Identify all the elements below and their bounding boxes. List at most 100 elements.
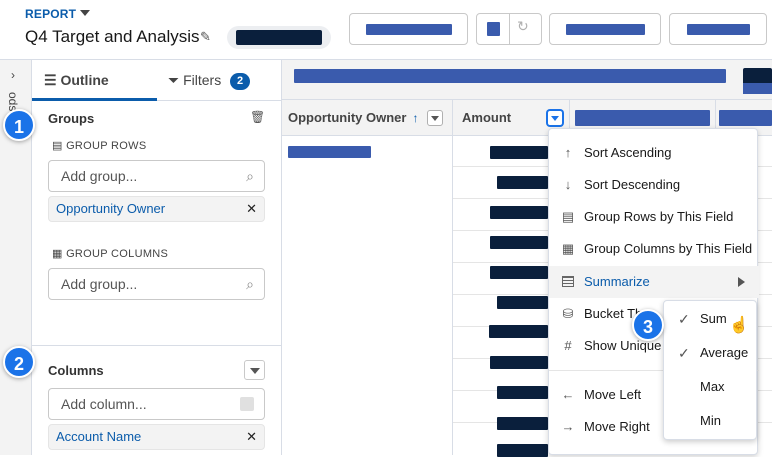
groups-title: Groups: [48, 111, 95, 126]
columns-menu-chevron-down-icon[interactable]: [244, 360, 265, 380]
group-columns-icon: ▦: [561, 241, 575, 256]
chevron-right-icon[interactable]: ›: [11, 68, 15, 82]
submenu-item-label: Sum: [700, 311, 727, 326]
tab-filters[interactable]: ⏷ Filters 2: [168, 60, 278, 101]
sort-ascending-icon: ↑: [412, 111, 419, 125]
redacted-label: [566, 24, 645, 35]
columns-title: Columns: [48, 363, 104, 378]
section-divider: [32, 345, 282, 346]
column-pill-label: Account Name: [56, 429, 142, 444]
redacted-amount: [497, 386, 548, 399]
step-badge-3: 3: [632, 309, 664, 341]
add-group-rows-placeholder: Add group...: [61, 168, 138, 184]
header-undo-redo-group: [476, 13, 542, 45]
redacted-amount: [497, 296, 548, 309]
group-rows-label: GROUP ROWS: [66, 140, 147, 152]
add-column-input[interactable]: Add column...: [48, 388, 265, 420]
edit-pencil-icon[interactable]: ✎: [200, 29, 211, 45]
arrow-right-icon: →: [561, 419, 575, 434]
redo-icon[interactable]: ↻: [517, 18, 529, 35]
add-column-placeholder: Add column...: [61, 396, 147, 412]
tab-outline[interactable]: ☰ Outline: [32, 60, 157, 101]
bucket-icon: ⛁: [562, 306, 574, 321]
menu-item-sort-descending[interactable]: ↓ Sort Descending: [549, 169, 759, 201]
add-group-columns-input[interactable]: Add group... ⌕: [48, 268, 265, 300]
redacted-label: [687, 24, 750, 35]
redacted-amount: [497, 444, 548, 457]
submenu-item-average[interactable]: ✓ Average: [664, 336, 758, 370]
redacted-column-header: [719, 110, 772, 126]
group-row-pill-label: Opportunity Owner: [56, 201, 166, 216]
column-pill[interactable]: Account Name ✕: [48, 424, 265, 450]
button-divider: [509, 14, 510, 44]
redacted-amount: [497, 417, 548, 430]
search-icon: ⌕: [246, 168, 254, 184]
report-title: Q4 Target and Analysis: [25, 27, 200, 46]
columns-grid-icon: ▦: [52, 248, 63, 260]
checkmark-icon: ✓: [678, 311, 690, 327]
menu-item-label: Move Left: [584, 387, 642, 402]
trash-icon[interactable]: 🗑: [250, 110, 265, 124]
remove-icon[interactable]: ✕: [246, 425, 257, 449]
redacted-amount: [489, 325, 548, 338]
redacted-text: [743, 83, 772, 94]
step-badge-2: 2: [3, 346, 35, 378]
add-group-columns-placeholder: Add group...: [61, 276, 138, 292]
hand-cursor-icon: ☝: [729, 317, 749, 334]
menu-item-sort-ascending[interactable]: ↑ Sort Ascending: [549, 137, 759, 169]
redacted-amount: [497, 176, 548, 189]
column-picker-icon[interactable]: [240, 397, 254, 411]
filter-icon: ⏷: [168, 72, 180, 88]
column-menu-chevron-down-icon[interactable]: [547, 110, 563, 126]
redacted-text: [236, 30, 322, 45]
arrow-down-icon: ↓: [564, 177, 572, 192]
header-button-2[interactable]: [549, 13, 661, 45]
tab-outline-label: Outline: [60, 72, 109, 88]
panel-tabs: ☰ Outline ⏷ Filters 2: [32, 60, 282, 101]
menu-item-label: Sort Descending: [584, 177, 681, 192]
hash-icon: #: [564, 338, 572, 353]
header-button-1[interactable]: [349, 13, 468, 45]
menu-item-summarize[interactable]: Summarize: [549, 266, 759, 298]
menu-item-label: Group Rows by This Field: [584, 209, 734, 224]
submenu-item-label: Min: [700, 413, 721, 428]
add-group-rows-input[interactable]: Add group... ⌕: [48, 160, 265, 192]
group-columns-heading: ▦ GROUP COLUMNS: [52, 247, 168, 260]
menu-item-label: Group Columns by This Field: [584, 241, 753, 256]
summarize-icon: [561, 266, 575, 298]
menu-item-group-columns[interactable]: ▦ Group Columns by This Field: [549, 233, 759, 265]
menu-item-label: Move Right: [584, 419, 650, 434]
column-header-label: Amount: [462, 110, 512, 125]
submenu-arrow-icon: [738, 277, 745, 287]
report-type-label[interactable]: REPORT: [25, 7, 76, 21]
checkmark-icon: ✓: [678, 345, 690, 361]
redacted-owner-name[interactable]: [288, 146, 371, 158]
report-menu-caret-icon[interactable]: [80, 10, 90, 16]
header-button-3[interactable]: [669, 13, 767, 45]
menu-item-group-rows[interactable]: ▤ Group Rows by This Field: [549, 201, 759, 233]
submenu-item-min[interactable]: Min: [664, 404, 758, 438]
redacted-amount: [490, 206, 548, 219]
column-separator: [452, 136, 453, 455]
redacted-label: [366, 24, 452, 35]
column-menu-chevron-down-icon[interactable]: [427, 110, 443, 126]
tab-filters-label: Filters: [183, 72, 222, 88]
redacted-amount: [490, 146, 548, 159]
column-header-opportunity-owner[interactable]: Opportunity Owner ↑: [288, 100, 418, 136]
column-header-label: Opportunity Owner: [288, 110, 407, 125]
group-row-pill[interactable]: Opportunity Owner ✕: [48, 196, 265, 222]
redacted-amount: [490, 356, 548, 369]
step-badge-1: 1: [3, 109, 35, 141]
submenu-item-max[interactable]: Max: [664, 370, 758, 404]
undo-icon[interactable]: [487, 22, 500, 36]
group-rows-icon: ▤: [561, 209, 575, 224]
remove-icon[interactable]: ✕: [246, 197, 257, 221]
submenu-item-label: Average: [700, 345, 749, 360]
menu-item-label: Summarize: [584, 274, 650, 289]
column-header-amount[interactable]: Amount: [462, 100, 511, 136]
table-toolbar: [282, 60, 772, 100]
redacted-amount: [490, 266, 548, 279]
rows-icon: ▤: [52, 140, 63, 152]
redacted-column-header: [575, 110, 710, 126]
list-icon: ☰: [44, 72, 57, 88]
